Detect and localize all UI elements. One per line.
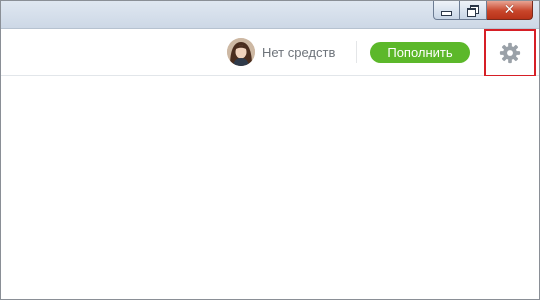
restore-icon: [467, 4, 479, 17]
top-up-button[interactable]: Пополнить: [370, 42, 470, 63]
app-window: ✕ Нет средств Пополнить: [0, 0, 540, 300]
title-bar[interactable]: ✕: [1, 1, 539, 29]
close-icon: ✕: [503, 2, 516, 18]
close-button[interactable]: ✕: [487, 1, 533, 20]
gear-icon[interactable]: [499, 42, 521, 64]
settings-highlight-frame: [484, 29, 536, 77]
balance-status: Нет средств: [262, 45, 336, 60]
user-avatar[interactable]: [227, 38, 255, 66]
minimize-button[interactable]: [433, 1, 460, 20]
restore-button[interactable]: [460, 1, 487, 20]
avatar-image: [227, 38, 255, 66]
main-content-area: [1, 76, 539, 299]
account-toolbar: Нет средств Пополнить: [1, 29, 539, 77]
window-controls: ✕: [433, 1, 533, 21]
minimize-icon: [441, 10, 452, 16]
toolbar-divider: [356, 41, 357, 63]
